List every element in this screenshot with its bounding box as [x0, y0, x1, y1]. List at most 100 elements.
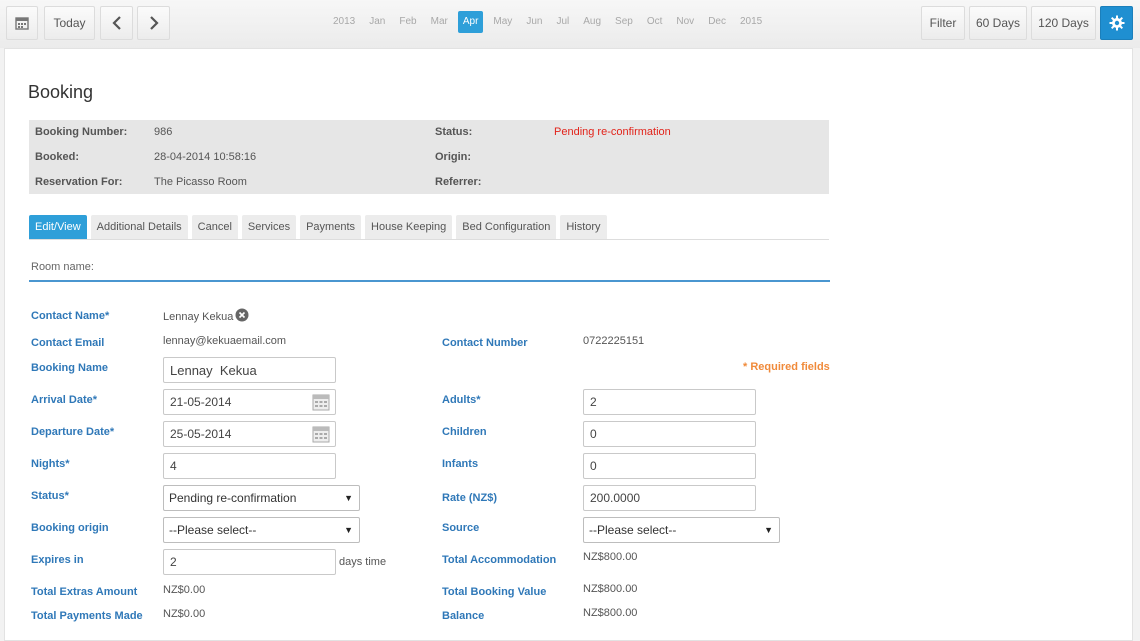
tab-bed-configuration[interactable]: Bed Configuration: [456, 215, 557, 239]
status-select-value: Pending re-confirmation: [169, 491, 297, 505]
departure-date-input[interactable]: 25-05-2014: [163, 421, 336, 447]
month-sep[interactable]: Sep: [608, 11, 640, 33]
booking-name-input[interactable]: [163, 357, 336, 383]
month-feb[interactable]: Feb: [392, 11, 423, 33]
booking-number-label: Booking Number:: [35, 126, 128, 138]
month-apr[interactable]: Apr: [457, 11, 484, 33]
arrival-calendar-icon[interactable]: [312, 393, 330, 411]
month-aug[interactable]: Aug: [576, 11, 608, 33]
booking-origin-select[interactable]: --Please select-- ▼: [163, 517, 360, 543]
month-mar[interactable]: Mar: [424, 11, 455, 33]
status-value: Pending re-confirmation: [554, 126, 671, 138]
tab-cancel[interactable]: Cancel: [191, 215, 238, 239]
source-label: Source: [442, 522, 480, 534]
infants-input[interactable]: [583, 453, 756, 479]
status-label: Status:: [435, 126, 473, 138]
children-input[interactable]: [583, 421, 756, 447]
dropdown-arrow-icon: ▼: [344, 493, 353, 503]
month-jul[interactable]: Jul: [549, 11, 576, 33]
referrer-label: Referrer:: [435, 176, 482, 188]
expires-input[interactable]: [163, 549, 336, 575]
tab-payments[interactable]: Payments: [300, 215, 362, 239]
month-oct[interactable]: Oct: [640, 11, 670, 33]
month-2015[interactable]: 2015: [733, 11, 769, 33]
booked-label: Booked:: [35, 151, 79, 163]
booking-origin-value: --Please select--: [169, 523, 257, 537]
total-accommodation-value: NZ$800.00: [583, 551, 638, 563]
page-title: Booking: [28, 82, 94, 102]
contact-name-label: Contact Name*: [31, 310, 110, 322]
top-toolbar: Today 2013 Jan Feb Mar Apr May Jun Jul Aug Sep Oct…: [0, 0, 1140, 48]
balance-label: Balance: [442, 610, 485, 622]
departure-calendar-icon[interactable]: [312, 425, 330, 443]
next-button[interactable]: [137, 6, 170, 40]
origin-label: Origin:: [435, 151, 472, 163]
120-days-button[interactable]: 120 Days: [1031, 6, 1096, 40]
total-extras-label: Total Extras Amount: [31, 586, 138, 598]
booking-summary: Booking Number: 986 Booked: 28-04-2014 1…: [29, 120, 829, 194]
month-2013[interactable]: 2013: [326, 11, 362, 33]
booked-value: 28-04-2014 10:58:16: [154, 151, 257, 163]
month-selector: 2013 Jan Feb Mar Apr May Jun Jul Aug Sep Oct Nov Dec…: [326, 11, 769, 33]
total-booking-value-label: Total Booking Value: [442, 586, 547, 598]
departure-date-label: Departure Date*: [31, 426, 115, 438]
infants-label: Infants: [442, 458, 479, 470]
booking-origin-label: Booking origin: [31, 522, 109, 534]
calendar-icon: [15, 17, 29, 30]
remove-contact-icon[interactable]: [235, 308, 249, 322]
rate-input[interactable]: [583, 485, 756, 511]
source-select[interactable]: --Please select-- ▼: [583, 517, 780, 543]
month-dec[interactable]: Dec: [701, 11, 733, 33]
today-button[interactable]: Today: [44, 6, 95, 40]
tab-history[interactable]: History: [560, 215, 607, 239]
adults-label: Adults*: [442, 394, 481, 406]
dropdown-arrow-icon: ▼: [344, 525, 353, 535]
tab-divider: [29, 239, 829, 240]
calendar-button[interactable]: [6, 6, 38, 40]
booking-tabs: Edit/View Additional Details Cancel Service…: [29, 215, 607, 239]
month-jan[interactable]: Jan: [362, 11, 392, 33]
chevron-right-icon: [149, 16, 159, 30]
arrival-date-label: Arrival Date*: [31, 394, 98, 406]
chevron-left-icon: [111, 16, 121, 30]
settings-button[interactable]: [1100, 6, 1133, 40]
arrival-date-value: 21-05-2014: [170, 395, 232, 409]
reservation-value: The Picasso Room: [154, 176, 247, 188]
contact-email-label: Contact Email: [31, 337, 105, 349]
source-select-value: --Please select--: [589, 523, 677, 537]
adults-input[interactable]: [583, 389, 756, 415]
booking-name-label: Booking Name: [31, 362, 109, 374]
nights-input[interactable]: [163, 453, 336, 479]
booking-number-value: 986: [154, 126, 173, 138]
reservation-label: Reservation For:: [35, 176, 123, 188]
nights-label: Nights*: [31, 458, 70, 470]
month-jun[interactable]: Jun: [519, 11, 549, 33]
room-name-divider: [29, 280, 830, 282]
month-nov[interactable]: Nov: [669, 11, 701, 33]
total-accommodation-label: Total Accommodation: [442, 554, 557, 566]
arrival-date-input[interactable]: 21-05-2014: [163, 389, 336, 415]
total-payments-label: Total Payments Made: [31, 610, 143, 622]
tab-additional-details[interactable]: Additional Details: [90, 215, 188, 239]
status-field-label: Status*: [31, 490, 69, 502]
children-label: Children: [442, 426, 487, 438]
balance-value: NZ$800.00: [583, 607, 638, 619]
60-days-button[interactable]: 60 Days: [969, 6, 1027, 40]
tab-services[interactable]: Services: [241, 215, 297, 239]
expires-suffix: days time: [339, 556, 387, 568]
tab-house-keeping[interactable]: House Keeping: [365, 215, 453, 239]
month-may[interactable]: May: [486, 11, 519, 33]
rate-label: Rate (NZ$): [442, 492, 498, 504]
prev-button[interactable]: [100, 6, 133, 40]
room-name-label: Room name:: [31, 261, 94, 273]
contact-email-value: lennay@kekuaemail.com: [163, 335, 287, 347]
gear-icon: [1109, 15, 1124, 31]
total-booking-value: NZ$800.00: [583, 583, 638, 595]
contact-number-label: Contact Number: [442, 337, 528, 349]
tab-edit-view[interactable]: Edit/View: [29, 215, 87, 239]
dropdown-arrow-icon: ▼: [764, 525, 773, 535]
contact-name-value: Lennay Kekua: [163, 311, 234, 323]
contact-number-value: 0722225151: [583, 335, 645, 347]
status-select[interactable]: Pending re-confirmation ▼: [163, 485, 360, 511]
filter-button[interactable]: Filter: [921, 6, 965, 40]
